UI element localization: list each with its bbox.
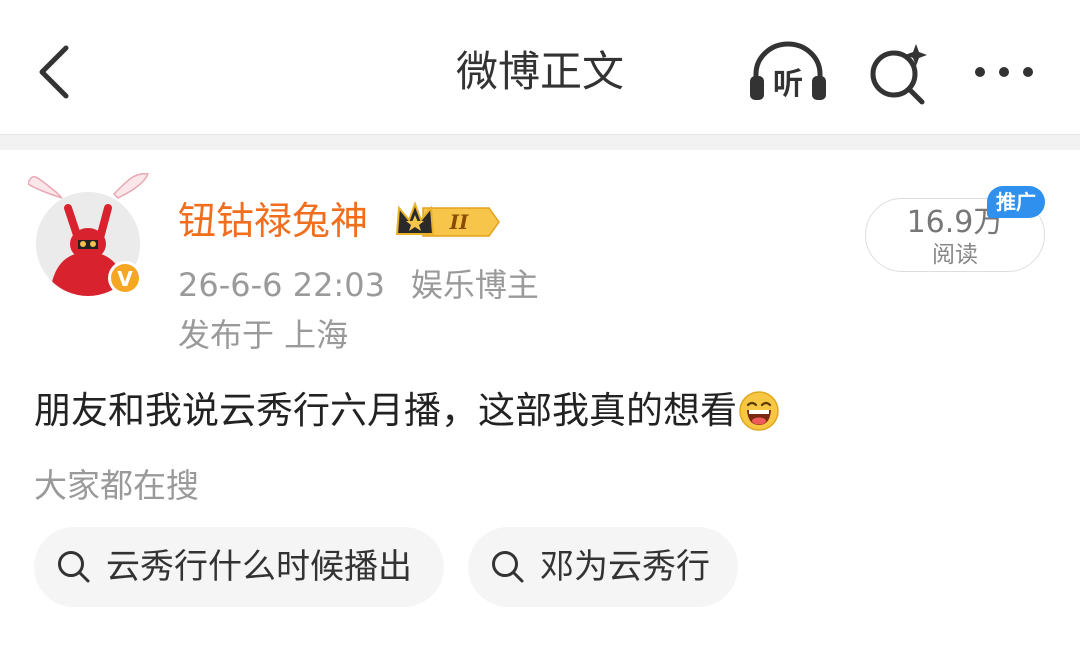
related-search-chip[interactable]: 云秀行什么时候播出	[34, 527, 444, 607]
author-name[interactable]: 钮钴禄兔神	[178, 196, 368, 246]
post-meta: 26-6-6 22:03 娱乐博主	[178, 264, 539, 306]
verified-badge-label: V	[117, 267, 133, 291]
crown-icon: II	[395, 201, 500, 237]
related-search-label: 邓为云秀行	[540, 547, 710, 587]
related-search-chip[interactable]: 邓为云秀行	[468, 527, 738, 607]
listen-button[interactable]: 听	[748, 38, 828, 104]
related-search-title: 大家都在搜	[34, 466, 199, 505]
post-location: 发布于 上海	[178, 316, 349, 354]
member-badge-level: II	[449, 210, 469, 234]
search-button[interactable]	[866, 40, 932, 106]
related-search-label: 云秀行什么时候播出	[106, 547, 412, 587]
promo-badge: 推广	[987, 186, 1045, 218]
laughing-face-emoji	[739, 391, 779, 431]
post-content: 朋友和我说云秀行六月播，这部我真的想看	[34, 386, 779, 436]
post-time: 26-6-6 22:03	[178, 266, 385, 304]
listen-label: 听	[773, 67, 803, 102]
more-icon	[975, 67, 1033, 77]
member-badge[interactable]: II	[393, 200, 501, 244]
search-icon	[492, 551, 524, 583]
author-avatar[interactable]: V	[27, 168, 158, 308]
ai-search-icon	[870, 44, 927, 105]
avatar-image: V	[27, 173, 150, 296]
post-text: 朋友和我说云秀行六月播，这部我真的想看	[34, 389, 737, 432]
read-count-label: 阅读	[932, 242, 978, 268]
more-button[interactable]	[972, 52, 1036, 92]
author-role: 娱乐博主	[410, 266, 539, 304]
search-icon	[58, 551, 90, 583]
header-divider	[0, 134, 1080, 150]
top-navigation-bar: 微博正文 听	[0, 0, 1080, 134]
headphones-icon: 听	[750, 41, 826, 102]
